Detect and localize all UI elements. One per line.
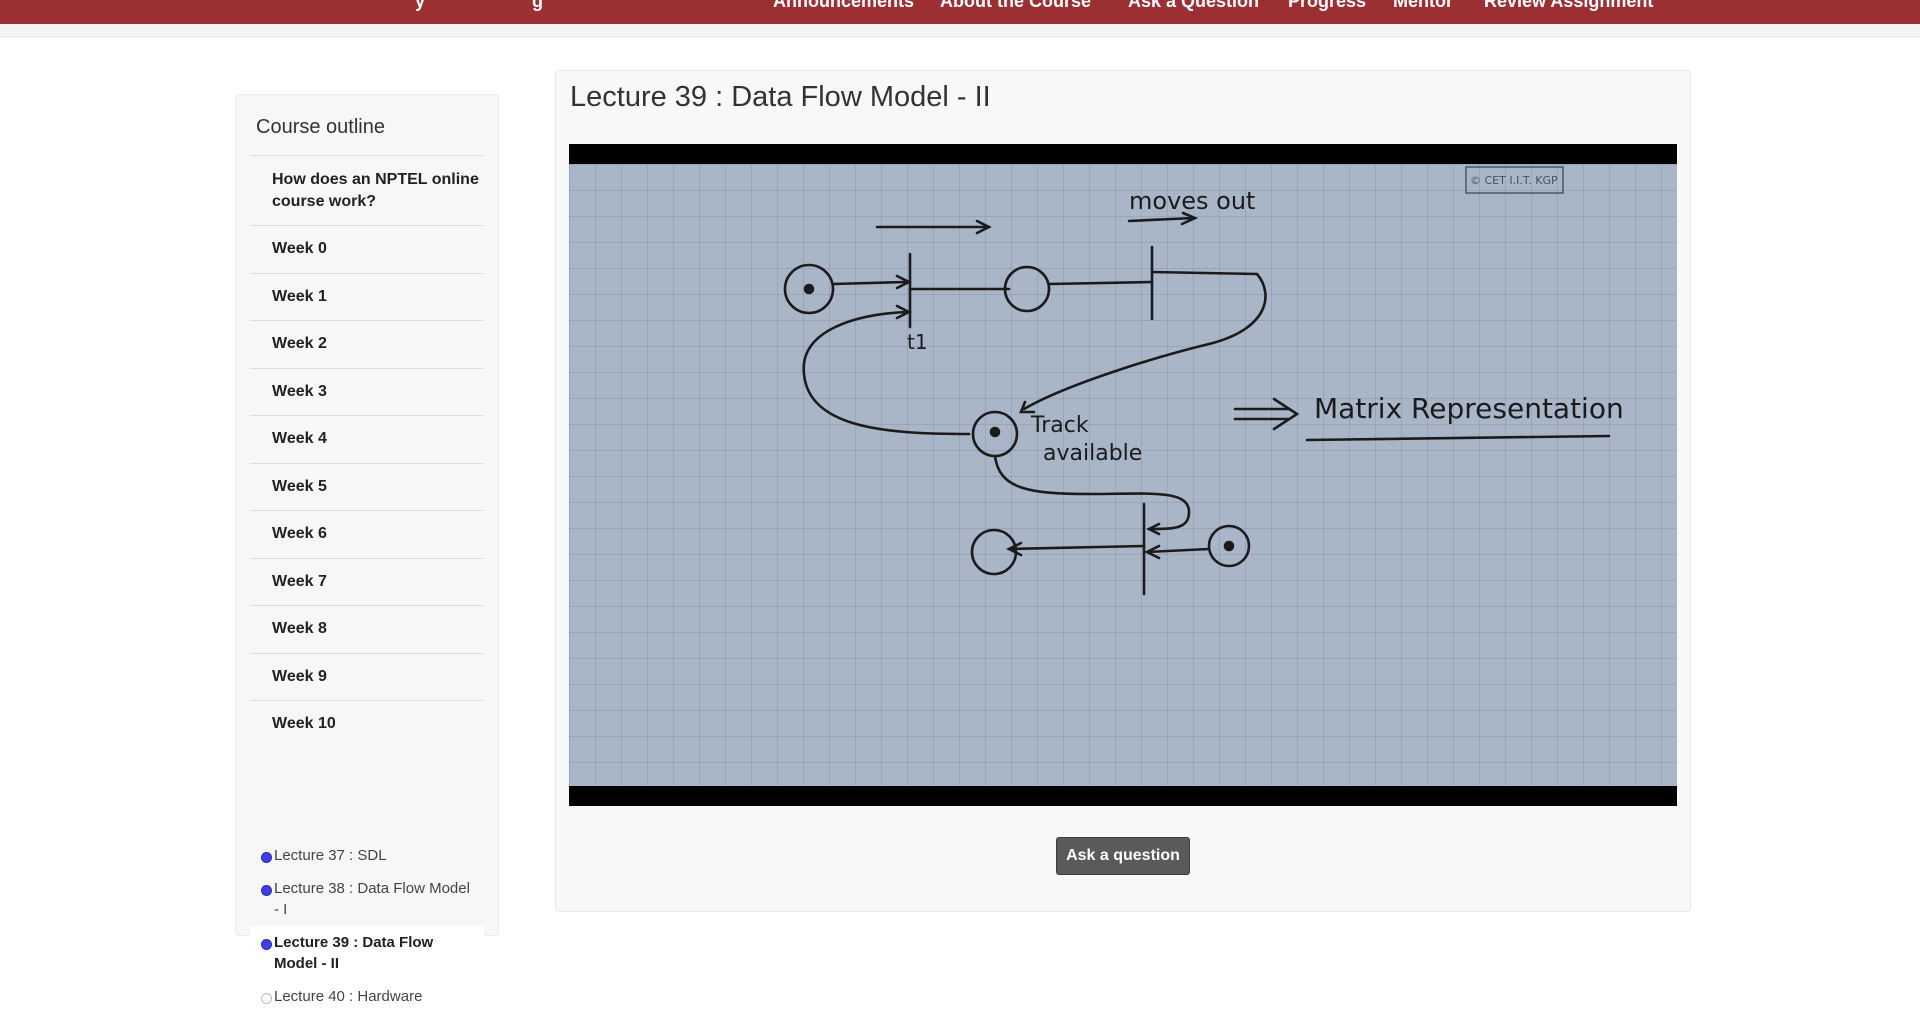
lecture-label: Lecture 37 : SDL (274, 847, 387, 864)
whiteboard-drawing: t1 Track available moves out Matrix Repr… (783, 166, 1624, 596)
viewed-status-icon (261, 885, 272, 896)
nav-mentor[interactable]: Mentor (1393, 0, 1453, 14)
outline-item-week-2[interactable]: Week 2 (250, 320, 484, 368)
nav-review-assignment[interactable]: Review Assignment (1484, 0, 1653, 14)
lecture-label: Lecture 40 : Hardware (274, 988, 423, 1005)
outline-item-label: Week 8 (272, 620, 327, 638)
viewed-status-icon (261, 939, 272, 950)
track-label: Track (1030, 413, 1089, 438)
outline-item-label: Week 2 (272, 335, 327, 353)
page-title: Lecture 39 : Data Flow Model - II (570, 81, 991, 113)
outline-item-week-10[interactable]: Week 10 (250, 700, 484, 748)
lecture-label: Lecture 39 : Data Flow Model - II (274, 934, 434, 972)
nav-ask-question[interactable]: Ask a Question (1128, 0, 1259, 14)
outline-item-week-6[interactable]: Week 6 (250, 510, 484, 558)
watermark: © CET I.I.T. KGP (1470, 174, 1558, 187)
top-navbar: y g Announcements About the Course Ask a… (0, 0, 1920, 24)
available-label: available (1043, 441, 1142, 466)
outline-item-week-4[interactable]: Week 4 (250, 415, 484, 463)
outline-item-label: Week 9 (272, 667, 327, 685)
nav-shadow (0, 24, 1920, 38)
outline-list: How does an NPTEL online course work? We… (250, 155, 484, 748)
lecture-item-37[interactable]: Lecture 37 : SDL (250, 839, 484, 872)
outline-item-label: Week 0 (272, 240, 327, 258)
nav-announcements[interactable]: Announcements (773, 0, 914, 14)
outline-item-label: Week 5 (272, 477, 327, 495)
nav-item-partial-2[interactable]: g (532, 0, 543, 14)
outline-item-label: Week 7 (272, 572, 327, 590)
outline-item-label: Week 4 (272, 430, 327, 448)
outline-item-label: How does an NPTEL online course work? (272, 170, 479, 210)
matrix-representation-label: Matrix Representation (1314, 392, 1624, 425)
nav-item-partial-1[interactable]: y (415, 0, 425, 14)
lecture-panel: Lecture 39 : Data Flow Model - II t1 Tra… (555, 70, 1691, 912)
outline-item-week-1[interactable]: Week 1 (250, 272, 484, 321)
lecture-item-38[interactable]: Lecture 38 : Data Flow Model - I (250, 872, 484, 926)
outline-item-week-3[interactable]: Week 3 (250, 367, 484, 416)
lecture-label: Lecture 38 : Data Flow Model - I (274, 880, 470, 918)
viewed-status-icon (261, 852, 272, 863)
lecture-list: Lecture 37 : SDL Lecture 38 : Data Flow … (250, 839, 484, 1013)
place-circle (970, 528, 1018, 576)
outline-item-label: Week 3 (272, 382, 327, 400)
outline-item-how-it-works[interactable]: How does an NPTEL online course work? (250, 155, 484, 225)
outline-item-week-0[interactable]: Week 0 (250, 225, 484, 273)
outline-item-label: Week 6 (272, 525, 327, 543)
outline-item-label: Week 1 (272, 287, 327, 305)
moves-out-arrow (1127, 216, 1196, 223)
lecture-item-39-active[interactable]: Lecture 39 : Data Flow Model - II (250, 926, 484, 980)
underline (1305, 434, 1611, 442)
lecture-item-40[interactable]: Lecture 40 : Hardware (250, 980, 484, 1013)
nav-progress[interactable]: Progress (1288, 0, 1366, 14)
t1-label: t1 (907, 330, 928, 354)
video-player[interactable]: t1 Track available moves out Matrix Repr… (569, 144, 1677, 806)
outline-item-week-9[interactable]: Week 9 (250, 652, 484, 701)
outline-item-week-8[interactable]: Week 8 (250, 605, 484, 653)
sidebar-title: Course outline (256, 116, 385, 138)
not-viewed-status-icon (261, 993, 272, 1004)
outline-item-week-5[interactable]: Week 5 (250, 462, 484, 511)
moves-out-label: moves out (1129, 187, 1255, 215)
place-circle (1003, 265, 1051, 313)
nav-about-course[interactable]: About the Course (940, 0, 1091, 14)
ask-question-button[interactable]: Ask a question (1056, 837, 1190, 875)
outline-item-week-7[interactable]: Week 7 (250, 557, 484, 606)
outline-item-label: Week 10 (272, 715, 336, 733)
course-outline-sidebar: Course outline How does an NPTEL online … (235, 94, 499, 1005)
